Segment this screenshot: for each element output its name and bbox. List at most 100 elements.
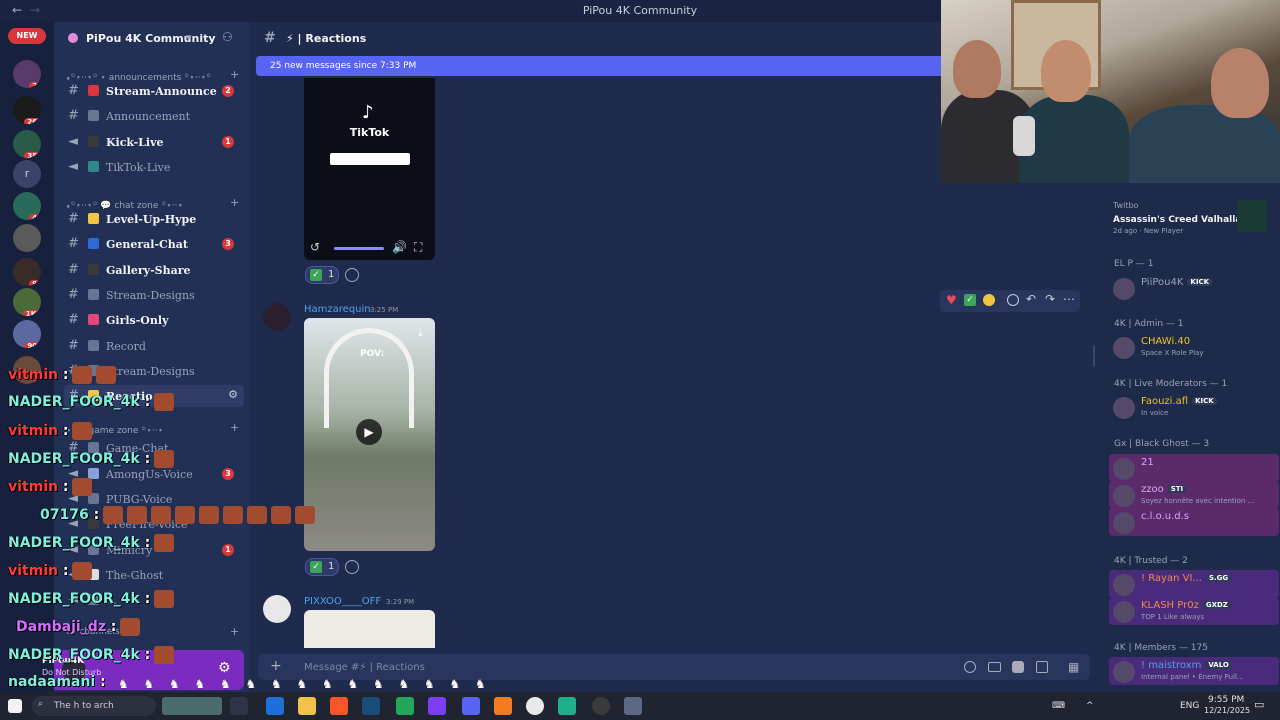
avatar[interactable] <box>263 303 291 331</box>
fullscreen-icon[interactable]: ⛶ <box>414 240 422 255</box>
reaction-check[interactable]: ✓ 1 <box>305 266 339 284</box>
channel-item[interactable]: # Record <box>64 335 244 357</box>
task-view-icon[interactable] <box>230 697 248 715</box>
emote-icon <box>154 534 175 552</box>
member-tag: GXDZ <box>1202 601 1231 609</box>
taskbar-search[interactable]: ⌕ The h to arch <box>32 696 156 716</box>
overlay-username: nadaamani <box>8 674 96 690</box>
gear-icon[interactable]: ⚙ <box>228 388 238 401</box>
pov-video[interactable]: POV: ⤓ ▶ <box>304 318 435 551</box>
member-item[interactable]: c.l.o.u.d.s <box>1109 508 1279 536</box>
attach-plus-icon[interactable]: + <box>270 658 282 674</box>
server-icon[interactable]: 45 <box>13 192 41 220</box>
volume-icon[interactable]: 🔊 <box>392 240 407 254</box>
server-icon[interactable]: 260 <box>13 96 41 124</box>
widget-icon[interactable] <box>162 697 222 715</box>
add-channel-icon[interactable]: + <box>230 625 239 638</box>
overlay-separator: : <box>139 394 151 410</box>
image-attachment[interactable] <box>304 610 435 648</box>
member-item[interactable]: ! maistroxm VALO Internal panel • Enemy Pu… <box>1109 657 1279 685</box>
image-icon[interactable] <box>1036 661 1048 673</box>
brave-icon[interactable] <box>330 697 348 715</box>
clock-time[interactable]: 9:55 PM <box>1208 695 1244 705</box>
member-item[interactable]: PiiPou4K KICK <box>1109 274 1279 302</box>
discord-icon[interactable] <box>462 697 480 715</box>
replay-icon[interactable]: ↺ <box>310 240 320 254</box>
member-tag: S.GG <box>1205 574 1232 582</box>
settings-gear-icon[interactable]: ⚙ <box>218 660 231 676</box>
app-icon[interactable] <box>266 697 284 715</box>
channel-item[interactable]: # Announcement <box>64 105 244 127</box>
app-icon[interactable] <box>494 697 512 715</box>
file-explorer-icon[interactable] <box>298 697 316 715</box>
channel-item[interactable]: ◄ Kick-Live 1 <box>64 131 244 153</box>
member-item[interactable]: ! Rayan VI... S.GG <box>1109 570 1279 598</box>
server-header[interactable]: PiPou 4K Community ▾ ⚇ <box>54 22 250 56</box>
channel-name: Stream-Designs <box>106 365 195 378</box>
add-reaction-icon[interactable] <box>1007 294 1019 306</box>
reaction-check[interactable]: ✓ 1 <box>305 558 339 576</box>
avatar <box>1113 574 1135 596</box>
add-channel-icon[interactable]: + <box>230 421 239 434</box>
server-icon[interactable]: 357 <box>13 130 41 158</box>
invite-icon[interactable]: ⚇ <box>222 30 233 44</box>
clock-date[interactable]: 12/21/2025 <box>1204 706 1250 715</box>
member-item[interactable]: zzoo STI Soyez honnête avec intention ... <box>1109 481 1279 509</box>
member-item[interactable]: KLASH Pr0z GXDZ TOP 1 Like always <box>1109 597 1279 625</box>
server-icon[interactable]: 1K+ <box>13 288 41 316</box>
tiktok-video[interactable]: ♪ TikTok ↺ 🔊 ⛶ <box>304 78 435 260</box>
app-icon[interactable] <box>558 697 576 715</box>
member-item[interactable]: Faouzi.afl KICK In voice <box>1109 393 1279 421</box>
server-icon[interactable]: 95 <box>13 258 41 286</box>
server-icon[interactable]: 25 <box>13 60 41 88</box>
channel-item[interactable]: # Girls-Only <box>64 309 244 331</box>
overlay-chat-line: vitmin : <box>8 478 93 496</box>
settings-icon[interactable] <box>592 697 610 715</box>
add-reaction-icon[interactable] <box>345 268 359 282</box>
server-icon[interactable]: 901 <box>13 320 41 348</box>
reply-icon[interactable]: ↶ <box>1026 292 1036 306</box>
notification-icon[interactable]: ▭ <box>1254 698 1264 711</box>
add-reaction-icon[interactable] <box>345 560 359 574</box>
member-name: 21 <box>1141 457 1154 468</box>
heart-icon[interactable]: ♥ <box>946 293 957 307</box>
progress-bar[interactable] <box>334 247 384 250</box>
apps-icon[interactable]: ▦ <box>1068 660 1079 674</box>
server-icon[interactable]: r <box>13 160 41 188</box>
avatar[interactable] <box>263 595 291 623</box>
channel-item[interactable]: # Level-Up-Hype <box>64 208 244 230</box>
forward-icon[interactable]: ↷ <box>1045 292 1055 306</box>
message-username[interactable]: Hamzarequin <box>304 304 371 315</box>
member-item[interactable]: CHAWi.40 Space X Role Play <box>1109 333 1279 361</box>
keyboard-icon[interactable]: ⌨ <box>1052 701 1065 711</box>
obs-icon[interactable] <box>526 697 544 715</box>
windows-start-icon[interactable] <box>8 699 22 713</box>
download-icon[interactable]: ⤓ <box>418 326 423 340</box>
channel-item[interactable]: ◄ TikTok-Live <box>64 156 244 178</box>
chevron-up-icon[interactable]: ^ <box>1086 701 1094 711</box>
play-icon[interactable]: ▶ <box>356 419 382 445</box>
language-indicator[interactable]: ENG <box>1180 701 1199 711</box>
thinking-icon[interactable] <box>983 294 995 306</box>
channel-item[interactable]: # General-Chat 3 <box>64 233 244 255</box>
new-pill[interactable]: NEW <box>8 28 46 44</box>
xbox-icon[interactable] <box>396 697 414 715</box>
gif-icon[interactable] <box>988 662 1001 672</box>
channel-item[interactable]: # Stream-Announce 2 <box>64 80 244 102</box>
overlay-username: vitmin <box>8 563 58 579</box>
gift-icon[interactable] <box>964 661 976 673</box>
check-icon[interactable]: ✓ <box>964 294 976 306</box>
sticker-icon[interactable] <box>1012 661 1024 673</box>
server-icon[interactable] <box>13 224 41 252</box>
member-item[interactable]: 21 <box>1109 454 1279 482</box>
more-icon[interactable]: ⋯ <box>1063 292 1075 306</box>
calculator-icon[interactable] <box>624 697 642 715</box>
channel-item[interactable]: # Gallery-Share <box>64 259 244 281</box>
app-icon[interactable] <box>428 697 446 715</box>
steam-icon[interactable] <box>362 697 380 715</box>
channel-item[interactable]: # Stream-Designs <box>64 284 244 306</box>
activity-card[interactable]: Twitbo Assassin's Creed Valhalla 2d ago … <box>1105 196 1275 242</box>
new-messages-bar[interactable]: 25 new messages since 7:33 PM <box>256 56 956 76</box>
message-username[interactable]: PIXXOO____OFF <box>304 596 381 607</box>
emote-icon <box>154 590 175 608</box>
